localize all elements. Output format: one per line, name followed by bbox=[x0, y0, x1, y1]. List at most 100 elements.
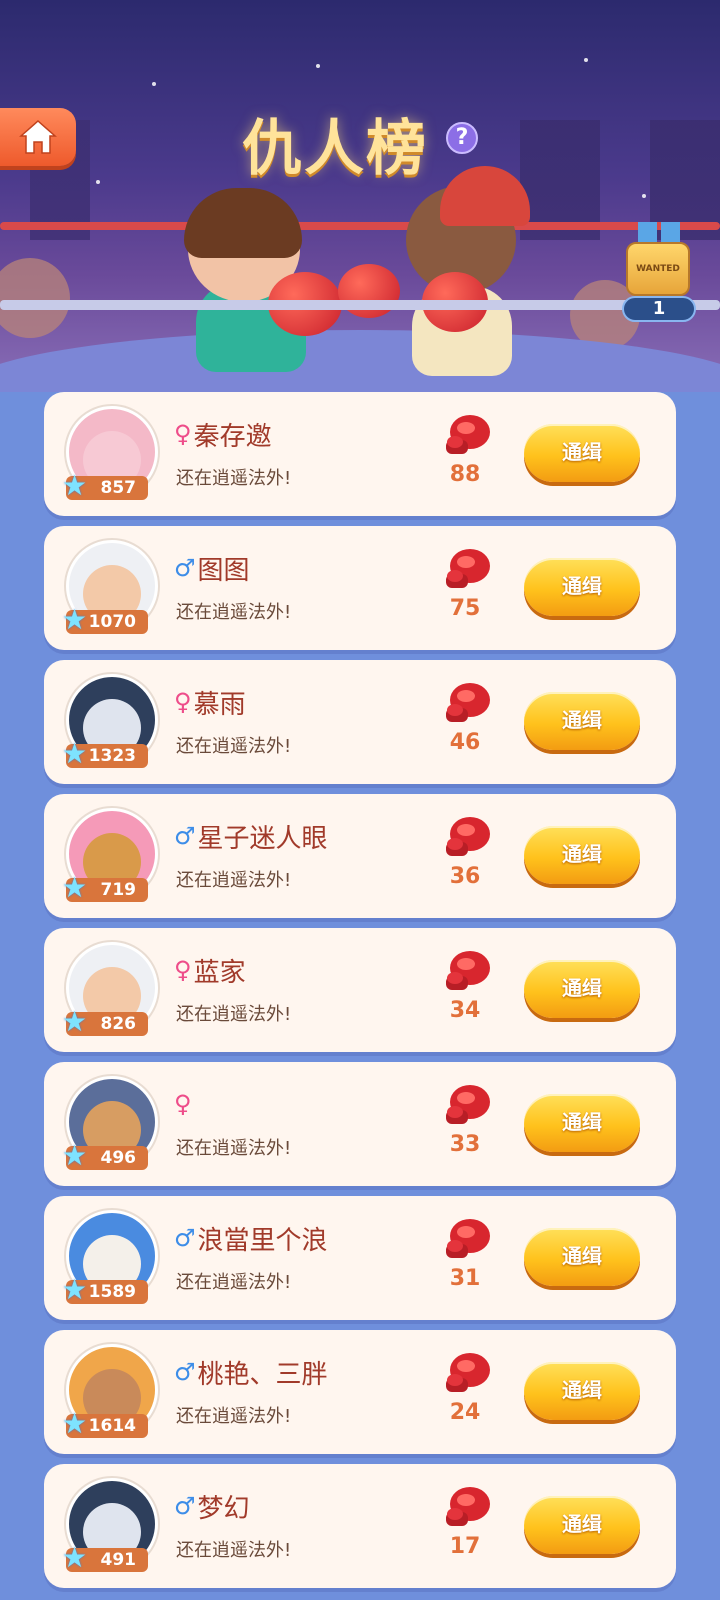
player-name: 星子迷人眼 bbox=[197, 823, 328, 854]
list-item: 491 ★ ♂ 梦幻 还在逍遥法外! 17 通缉 bbox=[44, 1464, 676, 1588]
player-name: 梦幻 bbox=[197, 1493, 250, 1524]
status-text: 还在逍遥法外! bbox=[176, 1138, 292, 1159]
gender-icon: ♂ bbox=[174, 1224, 196, 1252]
list-item: 857 ★ ♀ 秦存邀 还在逍遥法外! 88 通缉 bbox=[44, 392, 676, 516]
star-icon: ★ bbox=[62, 1407, 88, 1440]
level-value: 826 bbox=[100, 1014, 137, 1034]
hit-count: 33 bbox=[449, 1132, 481, 1157]
gender-icon: ♂ bbox=[174, 1492, 196, 1520]
list-item: 826 ★ ♀ 蓝家 还在逍遥法外! 34 通缉 bbox=[44, 928, 676, 1052]
hit-count: 46 bbox=[449, 730, 481, 755]
wanted-button[interactable]: 通缉 bbox=[524, 1228, 640, 1286]
player-name: 浪當里个浪 bbox=[197, 1225, 328, 1256]
hit-count: 17 bbox=[449, 1534, 481, 1559]
star-icon: ★ bbox=[62, 1273, 88, 1306]
hit-count: 24 bbox=[449, 1400, 481, 1425]
level-value: 1070 bbox=[88, 612, 136, 632]
player-name-row: ♂ 浪當里个浪 bbox=[174, 1218, 328, 1258]
wanted-button[interactable]: 通缉 bbox=[524, 1094, 640, 1152]
player-name-row: ♀ 慕雨 bbox=[174, 682, 246, 722]
gender-icon: ♀ bbox=[174, 956, 192, 984]
wanted-label: WANTED bbox=[636, 264, 680, 274]
star bbox=[642, 194, 646, 198]
level-value: 857 bbox=[100, 478, 137, 498]
player-name-row: ♂ 桃艳、三胖 bbox=[174, 1352, 328, 1392]
boxing-glove-icon bbox=[446, 1085, 490, 1124]
page-title: 仇人榜 bbox=[242, 114, 428, 184]
status-text: 还在逍遥法外! bbox=[176, 1406, 292, 1427]
star-icon: ★ bbox=[62, 737, 88, 770]
hit-count: 88 bbox=[449, 462, 481, 487]
status-text: 还在逍遥法外! bbox=[176, 468, 292, 489]
wanted-button[interactable]: 通缉 bbox=[524, 692, 640, 750]
list-item: 496 ★ ♀ 还在逍遥法外! 33 通缉 bbox=[44, 1062, 676, 1186]
gender-icon: ♂ bbox=[174, 1358, 196, 1386]
list-item: 1323 ★ ♀ 慕雨 还在逍遥法外! 46 通缉 bbox=[44, 660, 676, 784]
player-name: 桃艳、三胖 bbox=[197, 1359, 328, 1390]
player-name-row: ♀ 秦存邀 bbox=[174, 414, 272, 454]
boxing-glove-icon bbox=[446, 1487, 490, 1526]
list-item: 1070 ★ ♂ 图图 还在逍遥法外! 75 通缉 bbox=[44, 526, 676, 650]
home-button[interactable] bbox=[0, 108, 76, 166]
level-value: 1589 bbox=[88, 1282, 136, 1302]
wanted-button[interactable]: 通缉 bbox=[524, 960, 640, 1018]
wanted-count: 1 bbox=[622, 296, 696, 322]
status-text: 还在逍遥法外! bbox=[176, 736, 292, 757]
star bbox=[96, 180, 100, 184]
wanted-scroll-icon: WANTED bbox=[626, 242, 690, 296]
list-item: 719 ★ ♂ 星子迷人眼 还在逍遥法外! 36 通缉 bbox=[44, 794, 676, 918]
gender-icon: ♀ bbox=[174, 688, 192, 716]
wanted-button[interactable]: 通缉 bbox=[524, 1496, 640, 1554]
player-name-row: ♂ 星子迷人眼 bbox=[174, 816, 328, 856]
player-name-row: ♀ 蓝家 bbox=[174, 950, 246, 990]
star bbox=[316, 64, 320, 68]
wanted-button[interactable]: 通缉 bbox=[524, 558, 640, 616]
boxing-glove-icon bbox=[446, 951, 490, 990]
list-item: 1589 ★ ♂ 浪當里个浪 还在逍遥法外! 31 通缉 bbox=[44, 1196, 676, 1320]
player-name-row: ♂ 梦幻 bbox=[174, 1486, 250, 1526]
star-icon: ★ bbox=[62, 871, 88, 904]
star-icon: ★ bbox=[62, 1541, 88, 1574]
status-text: 还在逍遥法外! bbox=[176, 1004, 292, 1025]
wanted-button[interactable]: 通缉 bbox=[524, 424, 640, 482]
level-value: 719 bbox=[100, 880, 137, 900]
spectator bbox=[0, 258, 70, 338]
status-text: 还在逍遥法外! bbox=[176, 1540, 292, 1561]
list-item: 1614 ★ ♂ 桃艳、三胖 还在逍遥法外! 24 通缉 bbox=[44, 1330, 676, 1454]
player-name: 蓝家 bbox=[193, 957, 246, 988]
status-text: 还在逍遥法外! bbox=[176, 870, 292, 891]
boxing-glove-icon bbox=[446, 817, 490, 856]
player-name: 秦存邀 bbox=[193, 421, 272, 452]
wanted-badge[interactable]: WANTED 1 bbox=[620, 222, 698, 322]
boxing-glove-icon bbox=[446, 1353, 490, 1392]
hit-count: 34 bbox=[449, 998, 481, 1023]
boxing-glove-icon bbox=[446, 683, 490, 722]
boxing-glove-icon bbox=[446, 1219, 490, 1258]
wanted-button[interactable]: 通缉 bbox=[524, 826, 640, 884]
player-name: 图图 bbox=[197, 555, 250, 586]
player-name: 慕雨 bbox=[193, 689, 246, 720]
header-banner bbox=[0, 0, 720, 392]
help-button[interactable]: ? bbox=[446, 122, 478, 154]
boxing-glove-icon bbox=[446, 549, 490, 588]
gender-icon: ♂ bbox=[174, 554, 196, 582]
status-text: 还在逍遥法外! bbox=[176, 602, 292, 623]
star-icon: ★ bbox=[62, 1005, 88, 1038]
level-value: 1614 bbox=[88, 1416, 136, 1436]
hit-count: 31 bbox=[449, 1266, 481, 1291]
level-value: 1323 bbox=[88, 746, 136, 766]
star-icon: ★ bbox=[62, 1139, 88, 1172]
gender-icon: ♀ bbox=[174, 1090, 192, 1118]
level-value: 496 bbox=[100, 1148, 137, 1168]
level-value: 491 bbox=[100, 1550, 137, 1570]
home-icon bbox=[19, 119, 57, 154]
hit-count: 75 bbox=[449, 596, 481, 621]
star-icon: ★ bbox=[62, 469, 88, 502]
ring-rope bbox=[0, 222, 720, 230]
player-name-row: ♂ 图图 bbox=[174, 548, 250, 588]
wanted-button[interactable]: 通缉 bbox=[524, 1362, 640, 1420]
ring-rope-front bbox=[0, 300, 720, 310]
gender-icon: ♂ bbox=[174, 822, 196, 850]
star-icon: ★ bbox=[62, 603, 88, 636]
star bbox=[152, 82, 156, 86]
